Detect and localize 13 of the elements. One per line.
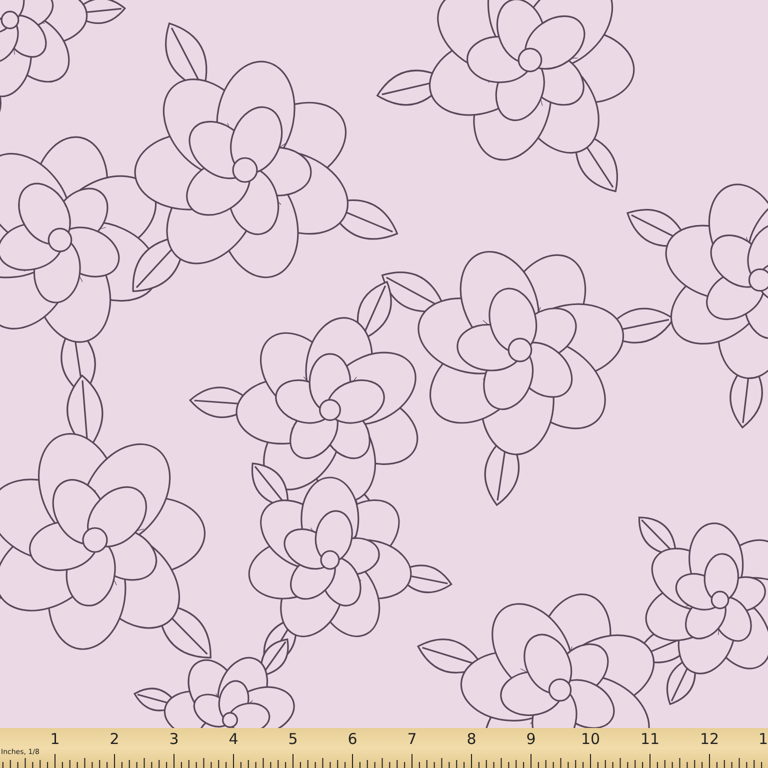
ruler-number: 8 [466,730,476,748]
ruler-number: 11 [640,730,660,748]
ruler-number: 7 [407,730,417,748]
ruler-number: 10 [580,730,600,748]
ruler-number: 1 [758,730,768,748]
ruler-number: 3 [169,730,179,748]
ruler-number: 9 [526,730,536,748]
ruler-number: 1 [50,730,60,748]
ruler-number: 4 [228,730,238,748]
ruler-number: 2 [110,730,120,748]
ruler-number: 5 [288,730,298,748]
ruler-number: 12 [700,730,720,748]
ruler-number: 6 [348,730,358,748]
